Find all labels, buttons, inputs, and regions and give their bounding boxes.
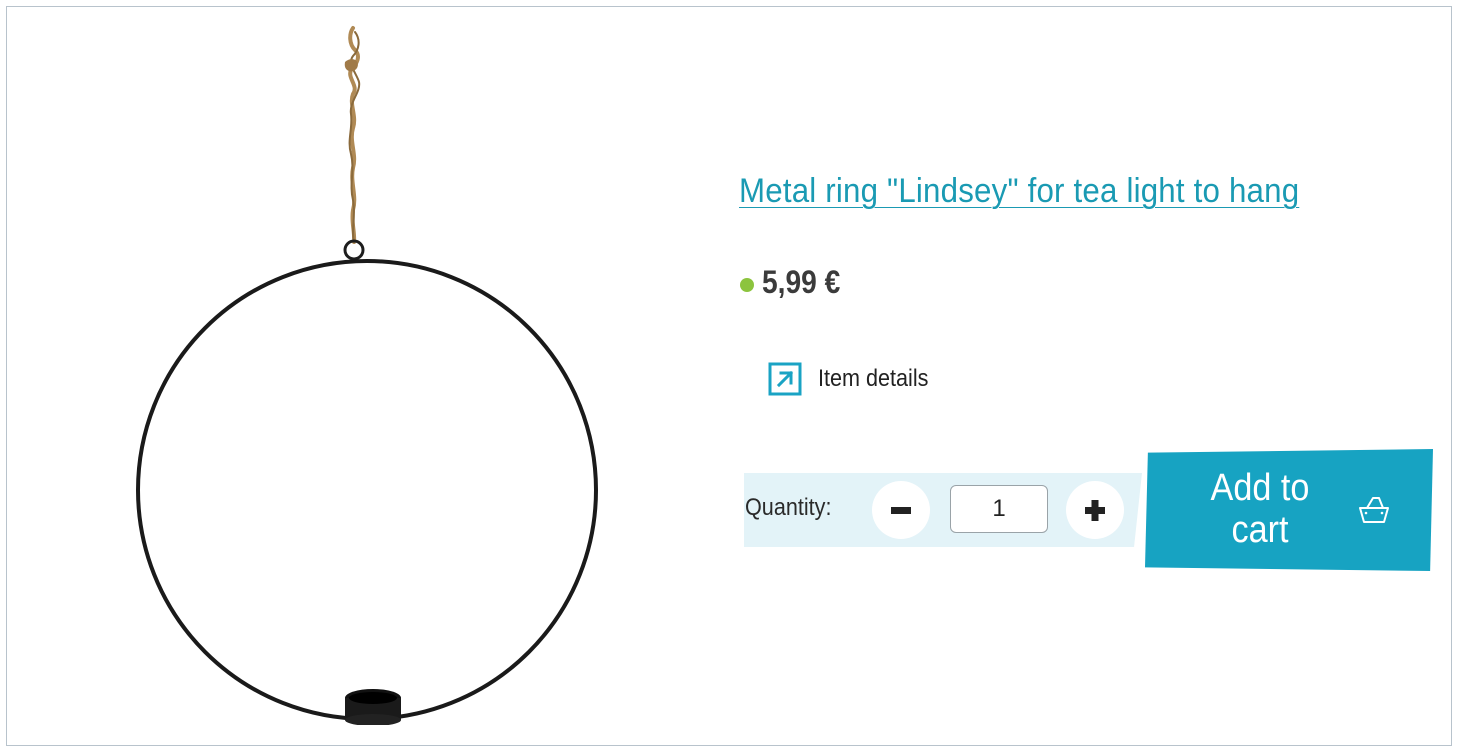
minus-icon [891,507,911,514]
quantity-input[interactable] [950,485,1048,533]
price-row: 5,99 € [740,264,851,301]
add-to-cart-button[interactable]: Add to cart [1145,449,1433,571]
product-price: 5,99 € [762,264,841,300]
basket-icon [1359,497,1389,523]
item-details-link[interactable]: Item details [768,362,941,396]
plus-icon [1085,500,1105,521]
external-arrow-icon [768,362,802,396]
quantity-label: Quantity: [745,494,832,521]
add-to-cart-label: Add to cart [1210,467,1310,551]
quantity-increase-button[interactable] [1066,481,1124,539]
product-image[interactable] [135,20,615,725]
quantity-decrease-button[interactable] [872,481,930,539]
product-title-link[interactable]: Metal ring "Lindsey" for tea light to ha… [739,172,1299,211]
item-details-label: Item details [818,365,929,392]
availability-dot [740,277,754,292]
